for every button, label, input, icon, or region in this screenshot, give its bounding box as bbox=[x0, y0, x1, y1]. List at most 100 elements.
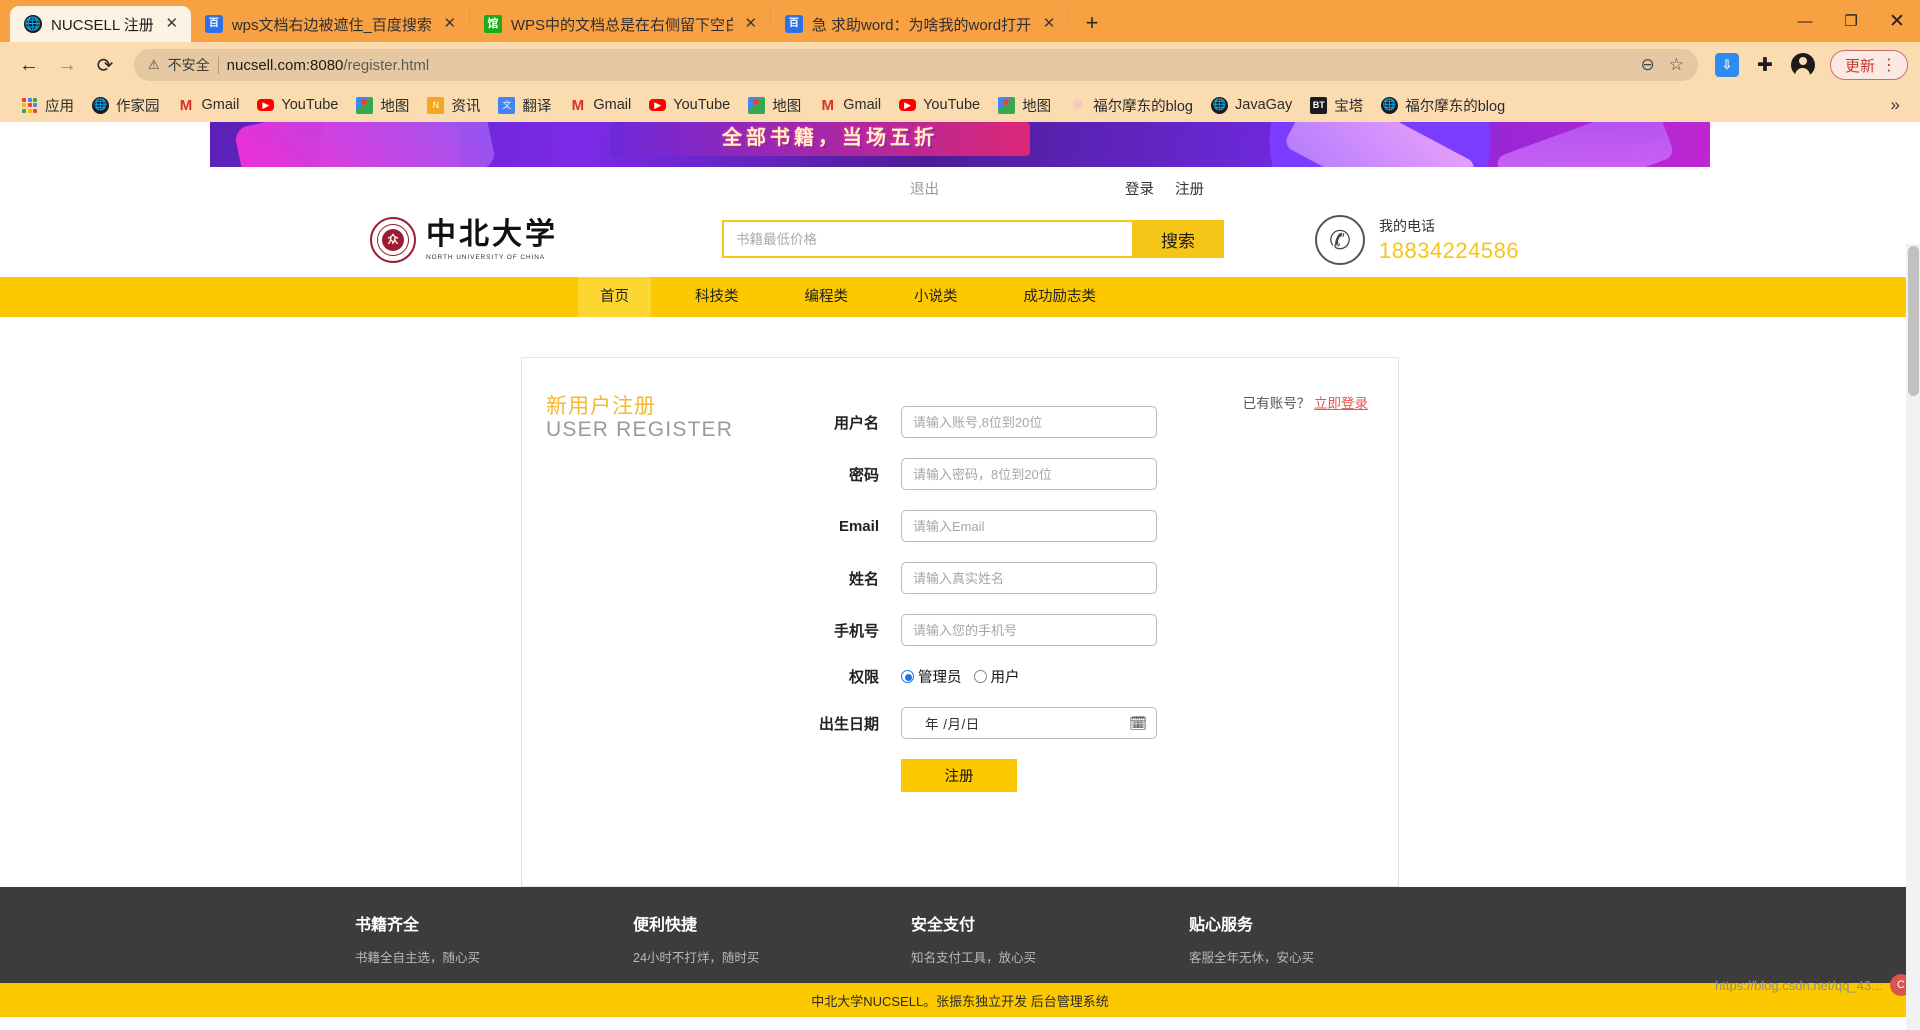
download-extension-icon: ⇩ bbox=[1714, 53, 1739, 77]
bookmarks-overflow-icon[interactable]: » bbox=[1883, 95, 1908, 115]
update-button[interactable]: 更新 ⋮ bbox=[1829, 50, 1908, 80]
extensions-puzzle-icon[interactable]: ✚ bbox=[1748, 48, 1782, 82]
zoom-out-icon[interactable]: ⊖ bbox=[1640, 55, 1654, 75]
footer-title: 便利快捷 bbox=[633, 917, 698, 934]
search-input[interactable] bbox=[722, 220, 1132, 258]
nav-item-home[interactable]: 首页 bbox=[578, 277, 651, 317]
logout-link[interactable]: 退出 bbox=[910, 178, 939, 199]
browser-tab-2[interactable]: 馆 WPS中的文档总是在右侧留下空白 ✕ bbox=[470, 6, 770, 42]
page-viewport: 全部书籍，当场五折 退出 登录 注册 众 中北大学 NORTH UNIVERSI… bbox=[0, 122, 1920, 1030]
footer-column-convenience: 便利快捷 24小时不打烊，随时买 bbox=[633, 911, 911, 966]
promo-banner[interactable]: 全部书籍，当场五折 bbox=[210, 122, 1710, 167]
site-logo[interactable]: 众 中北大学 NORTH UNIVERSITY OF CHINA bbox=[370, 217, 558, 263]
reload-icon[interactable]: ⟳ bbox=[88, 48, 122, 82]
footer-subtitle: 客服全年无休，安心买 bbox=[1189, 951, 1315, 965]
phone-label: 我的电话 bbox=[1379, 218, 1435, 234]
footer-column-payment: 安全支付 知名支付工具，放心买 bbox=[911, 911, 1189, 966]
nav-item-inspirational[interactable]: 成功励志类 bbox=[1002, 277, 1119, 317]
bookmark-label: YouTube bbox=[673, 97, 731, 113]
tab-close-icon[interactable]: ✕ bbox=[441, 15, 459, 33]
seal-char: 众 bbox=[382, 229, 404, 251]
bookmark-label: JavaGay bbox=[1235, 97, 1293, 113]
warning-triangle-icon: ⚠ bbox=[148, 57, 160, 72]
minimize-icon[interactable]: — bbox=[1782, 0, 1828, 42]
bookmark-maps-3[interactable]: 地图 bbox=[989, 92, 1060, 118]
extension-badge-icon[interactable]: ⇩ bbox=[1710, 48, 1744, 82]
bookmark-label: 福尔摩东的blog bbox=[1405, 98, 1506, 115]
footer-subtitle: 知名支付工具，放心买 bbox=[911, 951, 1037, 965]
bookmark-label: 宝塔 bbox=[1334, 98, 1364, 115]
forward-icon[interactable]: → bbox=[50, 48, 84, 82]
radio-admin-icon[interactable] bbox=[901, 670, 914, 683]
bookmark-zuojiayuan[interactable]: 🌐 作家园 bbox=[83, 92, 169, 118]
nav-item-programming[interactable]: 编程类 bbox=[783, 277, 871, 317]
bookmark-label: 翻译 bbox=[522, 98, 552, 115]
back-icon[interactable]: ← bbox=[12, 48, 46, 82]
wps-icon: 馆 bbox=[483, 15, 502, 33]
close-window-icon[interactable]: ✕ bbox=[1874, 0, 1920, 42]
password-label: 密码 bbox=[848, 466, 879, 484]
page-scrollbar[interactable] bbox=[1906, 244, 1920, 1030]
bookmark-label: YouTube bbox=[281, 97, 339, 113]
bookmark-apps[interactable]: 应用 bbox=[12, 92, 83, 118]
bookmark-news[interactable]: N 资讯 bbox=[418, 92, 489, 118]
bookmark-gmail-3[interactable]: M Gmail bbox=[810, 92, 890, 118]
email-label: Email bbox=[838, 517, 879, 535]
bookmark-blog-2[interactable]: 🌐 福尔摩东的blog bbox=[1372, 92, 1514, 118]
maps-icon bbox=[356, 96, 374, 114]
calendar-icon[interactable]: 🗓 bbox=[1129, 715, 1147, 732]
register-submit-button[interactable]: 注册 bbox=[901, 759, 1017, 792]
register-form: 用户名 密码 Email 姓名 bbox=[546, 388, 1374, 792]
bookmark-maps-2[interactable]: 地图 bbox=[739, 92, 810, 118]
field-row-submit: 注册 bbox=[546, 759, 1374, 792]
permission-radio-group: 管理员 用户 bbox=[901, 666, 1028, 687]
browser-tab-3[interactable]: 百 急 求助word：为啥我的word打开 ✕ bbox=[771, 6, 1068, 42]
tab-close-icon[interactable]: ✕ bbox=[163, 15, 181, 33]
scrollbar-thumb[interactable] bbox=[1908, 246, 1919, 396]
new-tab-button[interactable]: + bbox=[1075, 6, 1109, 40]
radio-option-admin[interactable]: 管理员 bbox=[901, 666, 962, 687]
permission-label: 权限 bbox=[848, 669, 879, 686]
footer-column-service: 贴心服务 客服全年无休，安心买 bbox=[1189, 911, 1467, 966]
tab-close-icon[interactable]: ✕ bbox=[1040, 15, 1058, 33]
address-bar[interactable]: ⚠ 不安全 nucsell.com:8080/register.html ⊖ ☆ bbox=[134, 49, 1698, 81]
bookmark-translate[interactable]: 文 翻译 bbox=[489, 92, 560, 118]
browser-tab-1[interactable]: 百 wps文档右边被遮住_百度搜索 ✕ bbox=[191, 6, 469, 42]
bookmark-blog-1[interactable]: ✻ 福尔摩东的blog bbox=[1060, 92, 1202, 118]
field-row-birthdate: 出生日期 年 /月/日 🗓 bbox=[546, 707, 1374, 739]
search-button[interactable]: 搜索 bbox=[1132, 220, 1224, 258]
browser-tab-0[interactable]: 🌐 NUCSELL 注册 ✕ bbox=[10, 6, 191, 42]
bookmark-youtube-3[interactable]: ▶ YouTube bbox=[890, 92, 989, 118]
bookmark-gmail-1[interactable]: M Gmail bbox=[169, 92, 249, 118]
globe-icon: 🌐 bbox=[1381, 96, 1399, 114]
bookmark-baota[interactable]: BT 宝塔 bbox=[1301, 92, 1372, 118]
field-row-email: Email bbox=[546, 510, 1374, 542]
browser-toolbar: ← → ⟳ ⚠ 不安全 nucsell.com:8080/register.ht… bbox=[0, 42, 1920, 88]
bookmark-star-icon[interactable]: ☆ bbox=[1669, 55, 1684, 75]
login-link[interactable]: 登录 bbox=[1125, 178, 1154, 199]
phone-input[interactable] bbox=[901, 614, 1157, 646]
maximize-icon[interactable]: ❐ bbox=[1828, 0, 1874, 42]
fullname-input[interactable] bbox=[901, 562, 1157, 594]
username-input[interactable] bbox=[901, 406, 1157, 438]
avatar-icon bbox=[1790, 53, 1815, 77]
menu-dots-icon[interactable]: ⋮ bbox=[1881, 55, 1897, 75]
password-input[interactable] bbox=[901, 458, 1157, 490]
profile-avatar[interactable] bbox=[1786, 48, 1820, 82]
bookmark-maps-1[interactable]: 地图 bbox=[347, 92, 418, 118]
bookmark-gmail-2[interactable]: M Gmail bbox=[560, 92, 640, 118]
birthdate-input[interactable]: 年 /月/日 🗓 bbox=[901, 707, 1157, 739]
bookmark-youtube-1[interactable]: ▶ YouTube bbox=[248, 92, 347, 118]
radio-option-user[interactable]: 用户 bbox=[973, 666, 1020, 687]
nav-item-technology[interactable]: 科技类 bbox=[673, 277, 761, 317]
nav-item-fiction[interactable]: 小说类 bbox=[892, 277, 980, 317]
tab-close-icon[interactable]: ✕ bbox=[742, 15, 760, 33]
email-input[interactable] bbox=[901, 510, 1157, 542]
phone-icon: ✆ bbox=[1315, 215, 1365, 265]
bookmark-youtube-2[interactable]: ▶ YouTube bbox=[640, 92, 739, 118]
radio-user-icon[interactable] bbox=[973, 670, 987, 683]
bookmark-javagay[interactable]: 🌐 JavaGay bbox=[1202, 92, 1301, 118]
login-now-link[interactable]: 立即登录 bbox=[1314, 396, 1368, 411]
register-link[interactable]: 注册 bbox=[1175, 178, 1204, 199]
maps-icon bbox=[748, 96, 766, 114]
